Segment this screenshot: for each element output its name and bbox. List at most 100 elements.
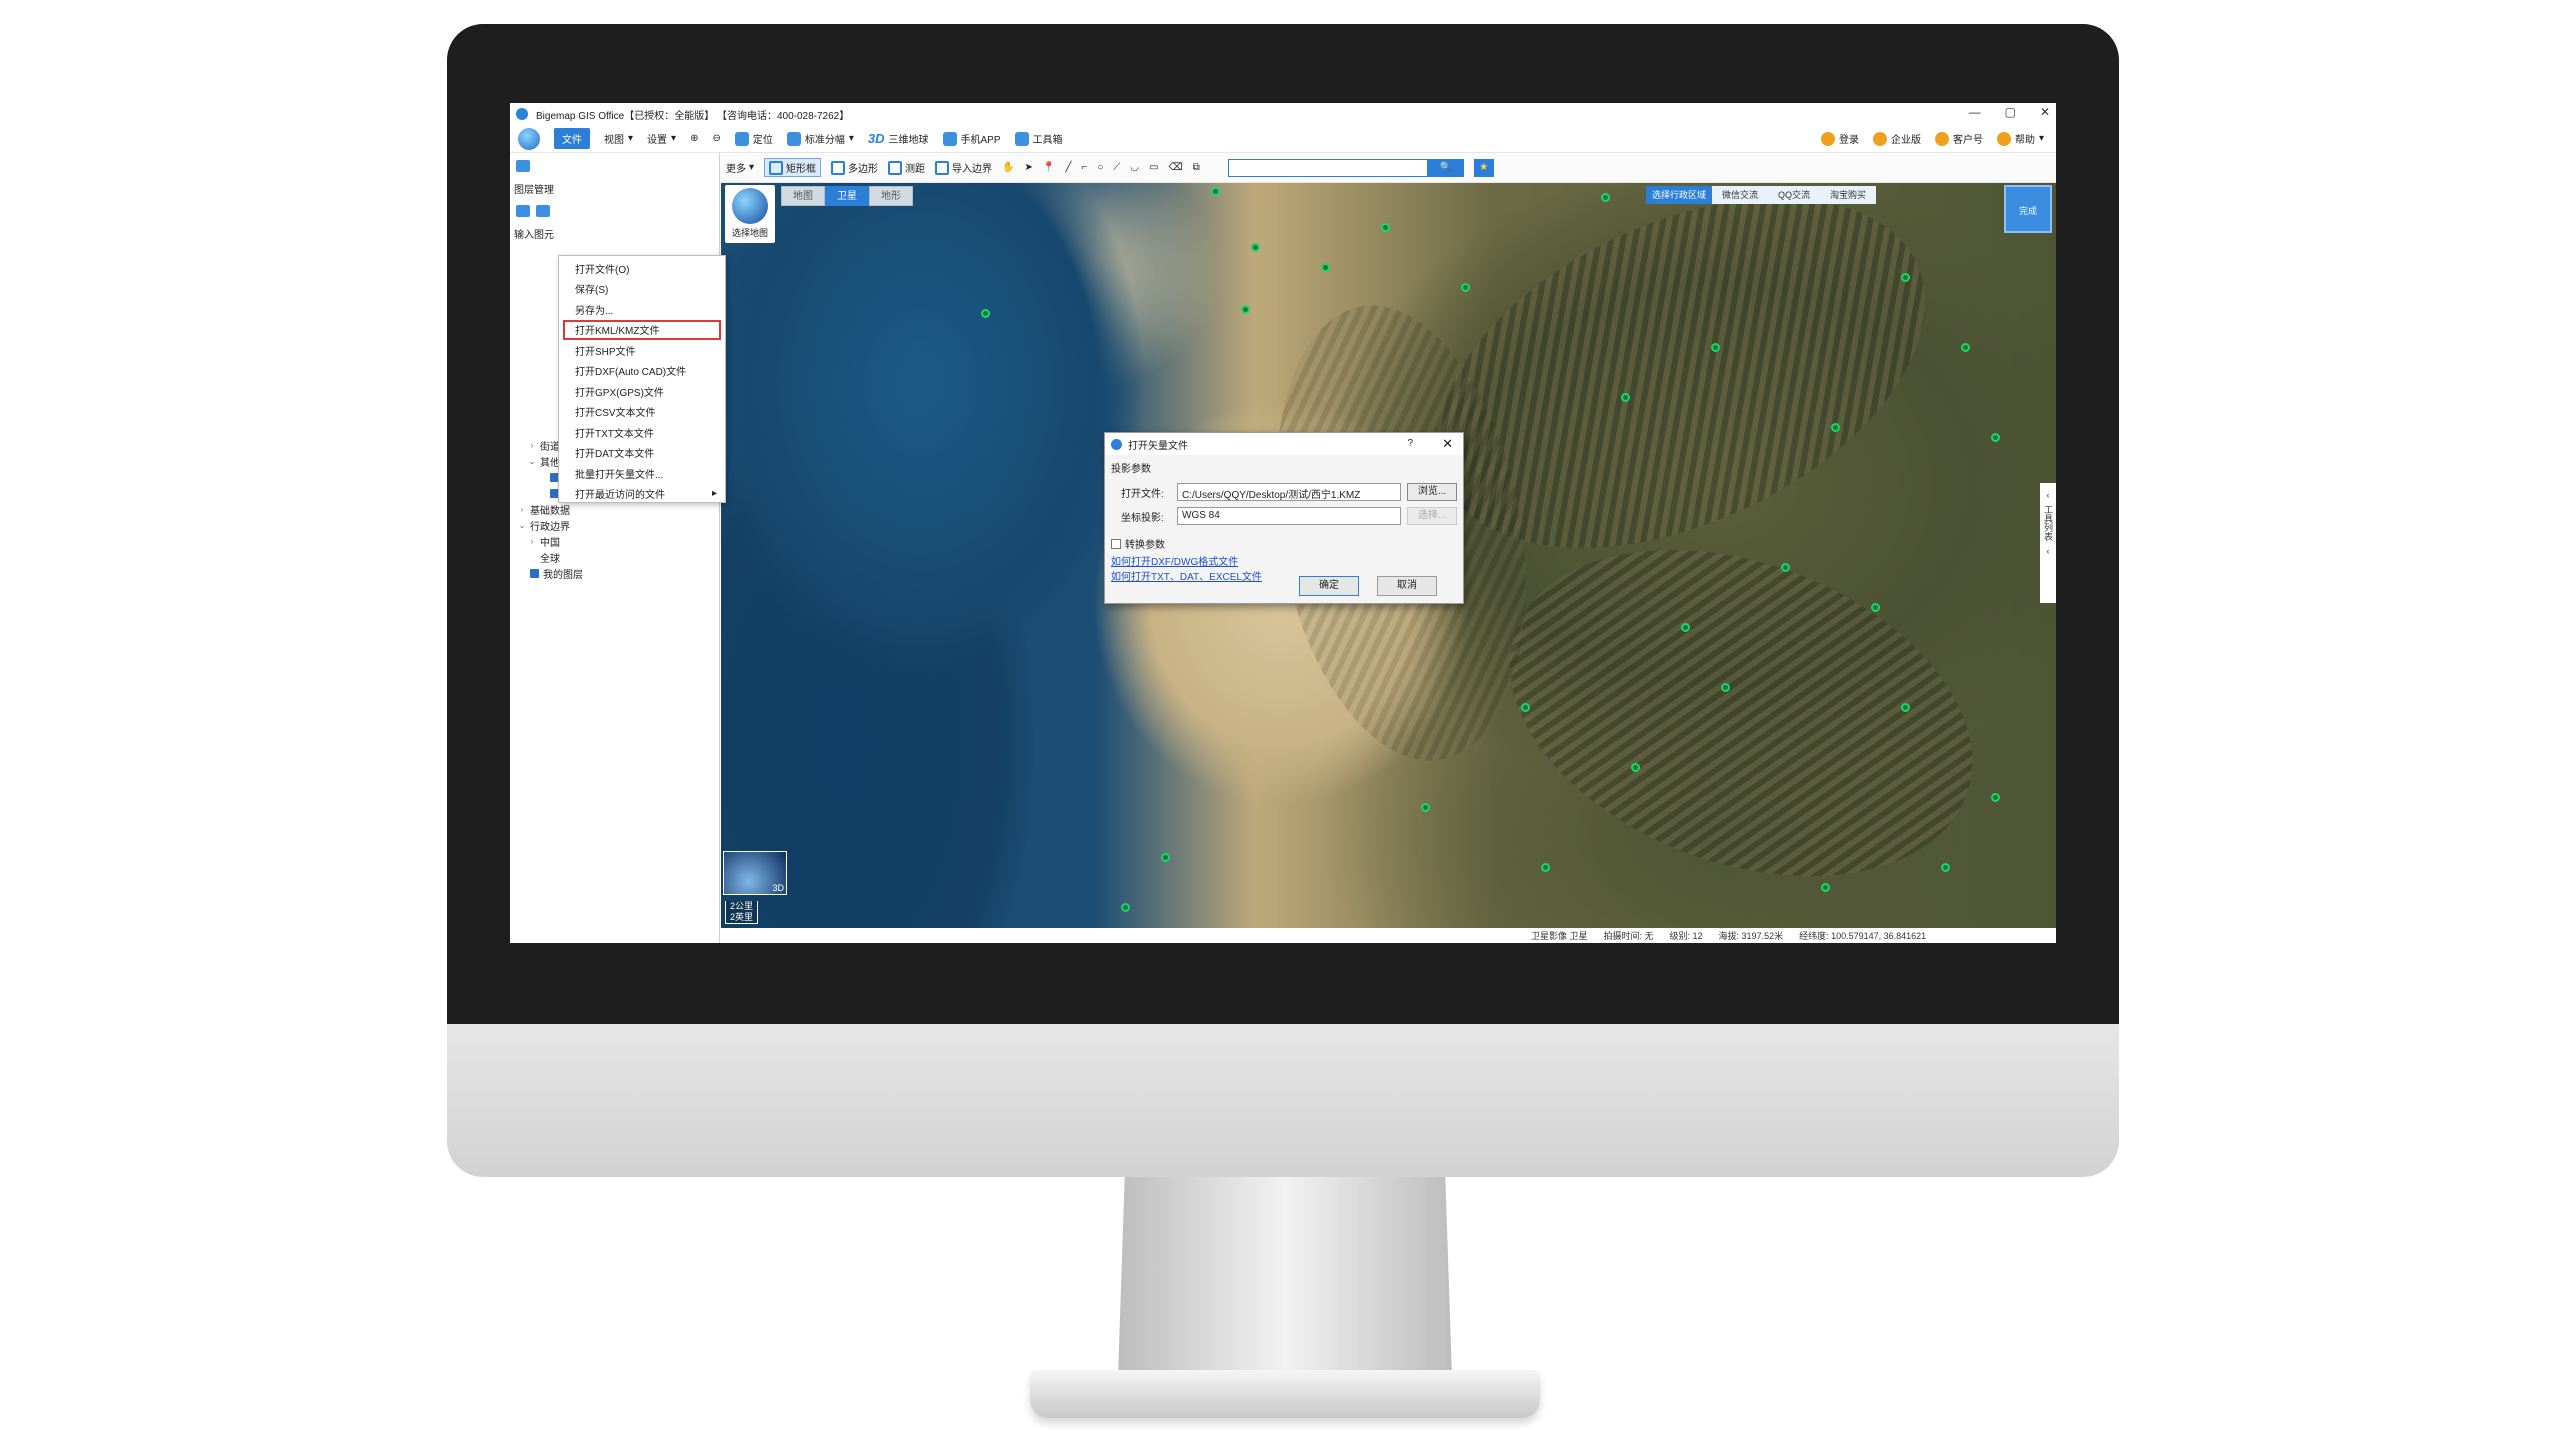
layer-tool[interactable]: ⧉: [1193, 162, 1200, 173]
poi-marker[interactable]: [1521, 703, 1530, 712]
menu-mobile-app[interactable]: 手机APP: [942, 131, 1001, 146]
bigemap-logo-icon[interactable]: [518, 127, 540, 150]
help-button[interactable]: 帮助 ▾: [1996, 131, 2044, 146]
menu-file[interactable]: 文件: [554, 128, 590, 149]
cancel-button[interactable]: 取消: [1377, 576, 1437, 596]
region-select-button[interactable]: 选择行政区域: [1646, 186, 1713, 204]
zoom-out-button[interactable]: ⊖: [712, 133, 720, 144]
tree-item[interactable]: ⌄ 行政边界: [510, 517, 719, 533]
rect-tool[interactable]: ▭: [1149, 162, 1158, 173]
polyline-tool[interactable]: ⌐: [1081, 162, 1087, 173]
file-menu-item[interactable]: 打开CSV文本文件: [559, 402, 725, 423]
minimize-button[interactable]: —: [1969, 105, 1981, 119]
file-menu-item[interactable]: 打开最近访问的文件 ▸: [559, 484, 725, 505]
coord-input[interactable]: WGS 84: [1177, 507, 1401, 525]
menu-toolbox[interactable]: 工具箱: [1014, 131, 1063, 146]
dialog-close-button[interactable]: ✕: [1442, 436, 1453, 452]
tree-expander-icon[interactable]: ›: [528, 537, 536, 546]
poi-marker[interactable]: [1991, 433, 2000, 442]
poi-marker[interactable]: [1211, 187, 1220, 196]
tab-terrain[interactable]: 地形: [869, 186, 913, 206]
customer-button[interactable]: 客户号: [1934, 131, 1983, 146]
done-button[interactable]: 完成: [2004, 185, 2052, 233]
poi-marker[interactable]: [1901, 703, 1910, 712]
poi-marker[interactable]: [1461, 283, 1470, 292]
poi-marker[interactable]: [1601, 193, 1610, 202]
file-menu-item[interactable]: 打开文件(O): [559, 258, 725, 279]
poi-marker[interactable]: [1241, 305, 1250, 314]
poi-marker[interactable]: [1961, 343, 1970, 352]
save-layer-icon[interactable]: [536, 205, 550, 217]
menu-view[interactable]: 视图 ▾: [604, 131, 633, 146]
dialog-help-button[interactable]: ?: [1407, 438, 1413, 449]
enterprise-button[interactable]: 企业版: [1872, 131, 1921, 146]
search-input[interactable]: [1227, 158, 1428, 177]
poi-marker[interactable]: [1251, 243, 1260, 252]
convert-params-row[interactable]: 转换参数: [1105, 536, 1463, 551]
tree-expander-icon[interactable]: ›: [528, 441, 536, 450]
file-menu-item[interactable]: 打开KML/KMZ文件: [563, 319, 721, 340]
folder-icon[interactable]: [516, 160, 530, 172]
tree-expander-icon[interactable]: ›: [518, 505, 526, 514]
poi-marker[interactable]: [1711, 343, 1720, 352]
file-menu-item[interactable]: 打开GPX(GPS)文件: [559, 381, 725, 402]
file-menu-item[interactable]: 打开DAT文本文件: [559, 443, 725, 464]
close-window-button[interactable]: ✕: [2040, 105, 2050, 119]
poi-marker[interactable]: [1621, 393, 1630, 402]
menu-standard-tiles[interactable]: 标准分幅 ▾: [786, 131, 854, 146]
eraser-tool[interactable]: ⌫: [1168, 162, 1182, 173]
convert-params-checkbox[interactable]: [1111, 538, 1121, 549]
toolbar-more[interactable]: 更多 ▾: [726, 160, 754, 175]
tab-satellite[interactable]: 卫星: [825, 186, 869, 206]
tree-item[interactable]: › 中国: [510, 533, 719, 549]
file-menu-item[interactable]: 打开TXT文本文件: [559, 422, 725, 443]
tree-expander-icon[interactable]: ⌄: [518, 521, 526, 530]
link-dxf-help[interactable]: 如何打开DXF/DWG格式文件: [1105, 555, 1463, 570]
poi-marker[interactable]: [1631, 763, 1640, 772]
tree-checkbox[interactable]: [530, 568, 539, 578]
taobao-button[interactable]: 淘宝购买: [1820, 186, 1876, 204]
file-menu-item[interactable]: 打开SHP文件: [559, 340, 725, 361]
poi-marker[interactable]: [1781, 563, 1790, 572]
poi-marker[interactable]: [1871, 603, 1880, 612]
toolbar-import-boundary[interactable]: 导入边界: [935, 160, 992, 175]
menu-settings[interactable]: 设置 ▾: [647, 131, 676, 146]
toolbar-rectangle[interactable]: 矩形框: [764, 158, 822, 177]
poi-marker[interactable]: [981, 309, 990, 318]
toolbar-polygon[interactable]: 多边形: [831, 160, 878, 175]
pan-tool[interactable]: ✋: [1002, 162, 1014, 173]
browse-button[interactable]: 浏览...: [1407, 483, 1457, 501]
minimap-3d[interactable]: 3D: [723, 851, 787, 895]
poi-marker[interactable]: [1421, 803, 1430, 812]
marker-tool[interactable]: 📍: [1043, 162, 1055, 173]
file-menu-item[interactable]: 保存(S): [559, 279, 725, 300]
open-file-input[interactable]: C:/Users/QQY/Desktop/测试/西宁1.KMZ: [1177, 483, 1401, 501]
wechat-button[interactable]: 微信交流: [1712, 186, 1768, 204]
qq-button[interactable]: QQ交流: [1768, 186, 1820, 204]
circle-tool[interactable]: ○: [1097, 162, 1103, 173]
poi-marker[interactable]: [1991, 793, 2000, 802]
open-layer-icon[interactable]: [516, 205, 530, 217]
tab-map[interactable]: 地图: [781, 186, 825, 206]
tool-list-tab[interactable]: ‹ 工具列表 ‹: [2040, 483, 2056, 603]
tree-item[interactable]: 全球: [510, 549, 719, 565]
poi-marker[interactable]: [1121, 903, 1130, 912]
file-menu-item[interactable]: 打开DXF(Auto CAD)文件: [559, 361, 725, 382]
ok-button[interactable]: 确定: [1299, 576, 1359, 596]
menu-3d-earth[interactable]: 3D 三维地球: [868, 131, 929, 146]
poi-marker[interactable]: [1831, 423, 1840, 432]
arc-tool[interactable]: ◡: [1130, 162, 1139, 173]
search-button[interactable]: 🔍: [1427, 158, 1464, 177]
freehand-tool[interactable]: ⟋: [1113, 162, 1120, 173]
line-tool[interactable]: ╱: [1065, 162, 1071, 173]
menu-locate[interactable]: 定位: [734, 131, 773, 146]
maximize-button[interactable]: ▢: [2005, 105, 2016, 119]
favorite-button[interactable]: ★: [1473, 158, 1494, 177]
poi-marker[interactable]: [1381, 223, 1390, 232]
poi-marker[interactable]: [1321, 263, 1330, 272]
poi-marker[interactable]: [1541, 863, 1550, 872]
pointer-tool[interactable]: ➤: [1024, 162, 1032, 173]
poi-marker[interactable]: [1901, 273, 1910, 282]
file-menu-item[interactable]: 批量打开矢量文件...: [559, 463, 725, 484]
select-coord-button[interactable]: 选择...: [1407, 507, 1457, 525]
